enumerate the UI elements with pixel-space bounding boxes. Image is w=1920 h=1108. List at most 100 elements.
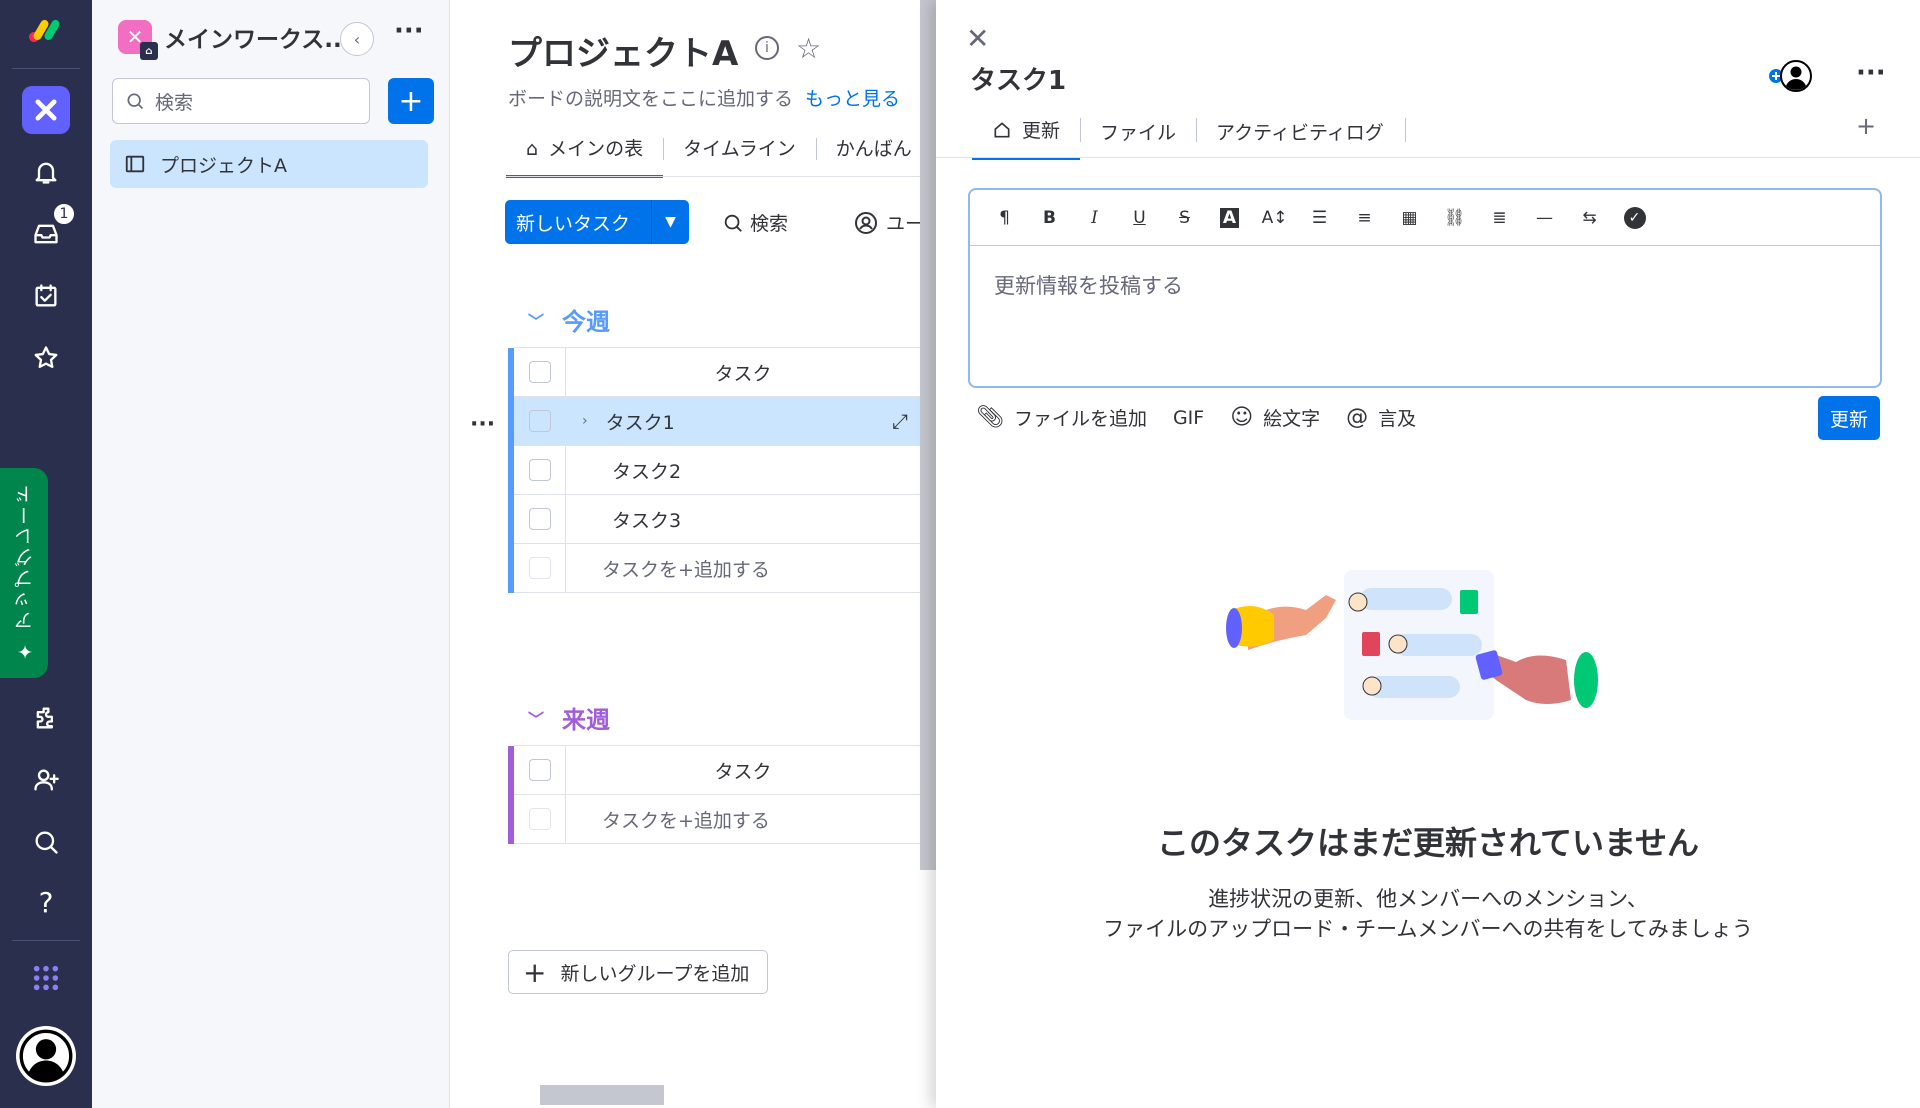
tab-activity-log[interactable]: アクティビティログ [1196,112,1406,160]
monday-logo-icon[interactable] [26,10,66,50]
board-search-button[interactable]: 検索 [722,209,788,236]
table-icon[interactable]: ▦ [1387,208,1432,228]
tab-kanban[interactable]: かんばん [815,128,932,175]
new-task-button[interactable]: 新しいタスク ▼ [505,200,689,244]
workspace-more-icon[interactable]: ··· [394,16,424,46]
numbered-list-icon[interactable]: ☰ [1297,208,1342,228]
more-link[interactable]: もっと見る [805,88,900,110]
workspace-search-input[interactable]: 検索 [112,78,370,124]
search-icon [127,93,144,110]
my-work-calendar-icon[interactable] [26,276,66,316]
add-task-row[interactable]: タスクを+追加する [514,794,920,844]
home-icon [994,121,1010,137]
upgrade-button[interactable]: ✦ アップグレード [0,468,48,678]
editor-placeholder[interactable]: 更新情報を投稿する [970,246,1880,324]
empty-state-description: 進捗状況の更新、他メンバーへのメンション、 ファイルのアップロード・チームメンバ… [1103,887,1753,941]
home-icon: ⌂ [526,138,539,160]
link-icon[interactable]: ⛓ [1432,208,1477,228]
board-title[interactable]: プロジェクトA [508,26,738,75]
gif-button[interactable]: GIF [1173,407,1204,429]
horizontal-scrollbar[interactable] [540,1085,664,1105]
group-header-next-week[interactable]: ﹀ 来週 [528,700,610,735]
apps-grid-icon[interactable] [26,958,66,998]
smiley-icon: ☺ [1230,405,1254,430]
board-view-tabs: ⌂ メインの表 タイムライン かんばん [506,128,932,178]
underline-icon[interactable]: U [1117,208,1162,228]
text-direction-icon[interactable]: ⇆ [1567,208,1612,228]
text-color-icon[interactable]: A [1207,207,1252,228]
notification-badge: 1 [52,202,76,226]
update-button[interactable]: 更新 [1818,396,1880,440]
add-item-button[interactable]: + [388,78,434,124]
editor-actions: 📎︎ ファイルを追加 GIF ☺ 絵文字 @ 言及 [976,404,1442,431]
board-icon [125,155,145,173]
group-header-this-week[interactable]: ﹀ 今週 [528,302,610,337]
tab-main-table[interactable]: ⌂ メインの表 [506,128,664,178]
emoji-button[interactable]: ☺ 絵文字 [1230,404,1320,431]
paragraph-icon[interactable]: ¶ [982,208,1027,228]
workspace-logo[interactable]: ✕ ⌂ [118,20,158,60]
tab-timeline[interactable]: タイムライン [663,128,816,175]
person-filter-button[interactable]: ユー [854,209,924,236]
font-size-icon[interactable]: A↕ [1252,208,1297,228]
left-rail: 1 ✦ アップグレード ? [0,0,92,1108]
row-checkbox[interactable] [528,410,551,432]
editor-toolbar: ¶ B I U S A A↕ ☰ ≡ ▦ ⛓ ≣ — ⇆ ✓ [970,190,1880,246]
panel-more-icon[interactable]: ··· [1856,58,1886,88]
at-icon: @ [1346,405,1369,430]
column-header[interactable]: タスク [566,746,920,794]
sidebar-item-project-a[interactable]: プロジェクトA [110,140,428,188]
checklist-icon[interactable]: ✓ [1612,206,1657,229]
workspace-name[interactable]: メインワークス... [164,20,351,54]
tab-updates[interactable]: 更新 [972,112,1081,160]
chevron-right-icon[interactable]: › [582,413,588,429]
search-icon[interactable] [26,822,66,862]
favorites-star-icon[interactable] [26,338,66,378]
row-more-icon[interactable]: ··· [470,412,495,437]
empty-state-title: このタスクはまだ更新されていません [1156,824,1700,862]
collapse-sidebar-button[interactable]: ‹ [340,22,374,56]
column-header[interactable]: タスク [566,348,920,396]
vertical-scrollbar[interactable] [920,0,936,870]
bell-icon[interactable] [26,152,66,192]
mention-button[interactable]: @ 言及 [1346,404,1416,431]
group-table-this-week: タスク › タスク1 ⤢ タスク2 タスク3 タスクを+追加する [508,347,920,593]
select-all-checkbox[interactable] [528,361,551,383]
close-icon[interactable]: ✕ [966,22,989,55]
help-icon[interactable]: ? [26,882,66,922]
add-tab-icon[interactable]: + [1856,112,1876,140]
row-checkbox[interactable] [528,508,551,530]
subscribe-person-icon[interactable] [1766,58,1814,94]
chevron-down-icon[interactable]: ﹀ [528,308,544,332]
user-avatar-icon[interactable] [16,1026,76,1086]
expand-icon[interactable]: ⤢ [892,409,908,433]
table-row[interactable]: › タスク1 ⤢ [514,396,920,446]
invite-members-icon[interactable] [26,760,66,800]
bullet-list-icon[interactable]: ≡ [1342,208,1387,228]
item-title[interactable]: タスク1 [970,60,1066,97]
add-group-button[interactable]: + 新しいグループを追加 [508,950,768,994]
row-checkbox[interactable] [528,459,551,481]
bold-icon[interactable]: B [1027,208,1072,228]
info-icon[interactable]: i [755,36,779,60]
chevron-down-icon[interactable]: ﹀ [528,706,544,730]
workspace-sidebar: ✕⌂ メインワークス... ⌄ ··· 検索 + プロジェクトA [92,0,450,1108]
align-icon[interactable]: ≣ [1477,208,1522,228]
strikethrough-icon[interactable]: S [1162,208,1207,228]
select-all-checkbox[interactable] [528,759,551,781]
italic-icon[interactable]: I [1072,208,1117,228]
workspace-switcher-icon[interactable] [22,86,70,134]
update-editor[interactable]: ¶ B I U S A A↕ ☰ ≡ ▦ ⛓ ≣ — ⇆ ✓ 更新情報を投稿する [968,188,1882,388]
plus-icon: + [523,955,547,989]
item-detail-panel: ✕ タスク1 ··· 更新 ファイル アクティビティログ + ¶ B I U S… [936,0,1920,1108]
table-row[interactable]: タスク2 [514,445,920,495]
star-icon[interactable]: ☆ [796,32,821,65]
divider-icon[interactable]: — [1522,208,1567,228]
board-description[interactable]: ボードの説明文をここに追加する もっと見る [508,84,900,111]
add-file-button[interactable]: 📎︎ ファイルを追加 [976,404,1147,431]
tab-files[interactable]: ファイル [1080,112,1196,160]
add-task-row[interactable]: タスクを+追加する [514,543,920,593]
table-row[interactable]: タスク3 [514,494,920,544]
chevron-down-icon[interactable]: ▼ [651,200,689,244]
apps-puzzle-icon[interactable] [26,698,66,738]
